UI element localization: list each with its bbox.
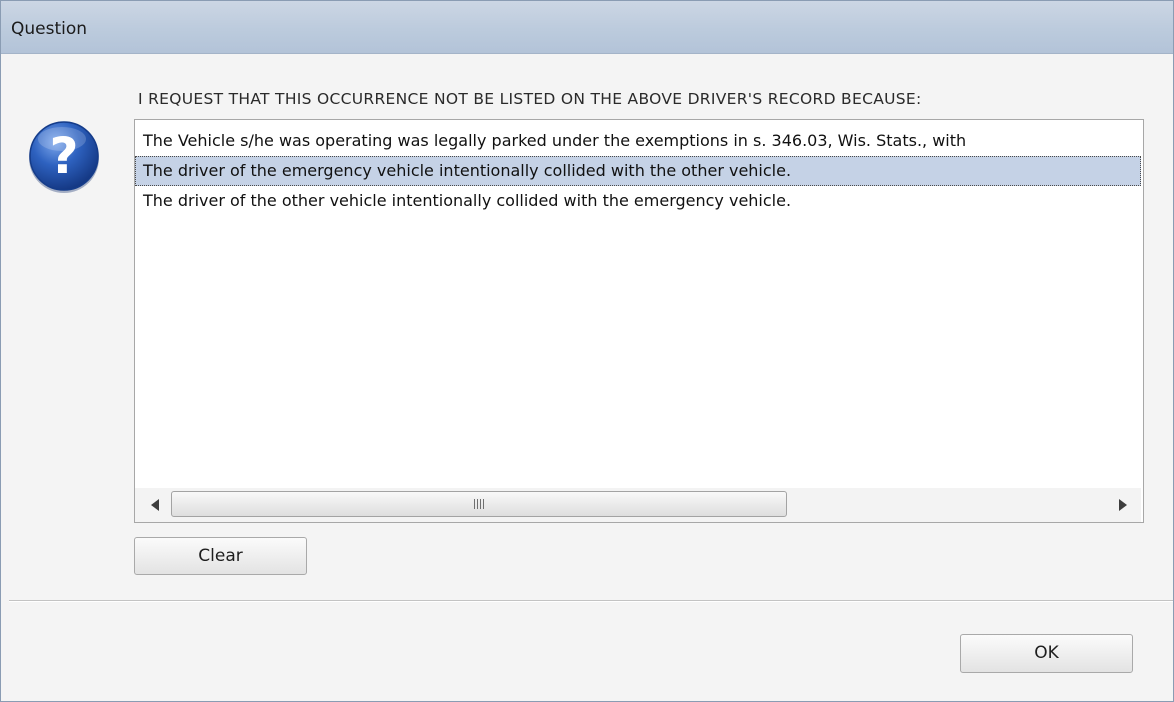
window-title: Question — [11, 19, 88, 39]
svg-text:?: ? — [49, 127, 78, 185]
question-icon: ? — [26, 119, 102, 195]
list-item-selected[interactable]: The driver of the emergency vehicle inte… — [135, 156, 1141, 186]
reason-list: The Vehicle s/he was operating was legal… — [135, 126, 1141, 216]
reason-listbox[interactable]: The Vehicle s/he was operating was legal… — [134, 119, 1144, 523]
divider — [9, 600, 1173, 602]
horizontal-scrollbar[interactable] — [135, 488, 1141, 522]
question-dialog: Question ? I REQUEST THAT THIS OCCURRENC… — [0, 0, 1174, 702]
ok-button[interactable]: OK — [960, 634, 1133, 673]
list-item[interactable]: The driver of the other vehicle intentio… — [135, 186, 1141, 216]
scrollbar-thumb[interactable] — [171, 491, 787, 517]
grip-icon — [474, 499, 484, 509]
scroll-left-arrow-icon[interactable] — [141, 488, 169, 522]
list-item[interactable]: The Vehicle s/he was operating was legal… — [135, 126, 1141, 156]
scroll-right-arrow-icon[interactable] — [1109, 488, 1137, 522]
title-bar[interactable]: Question — [1, 1, 1173, 54]
prompt-text: I REQUEST THAT THIS OCCURRENCE NOT BE LI… — [138, 90, 922, 108]
clear-button[interactable]: Clear — [134, 537, 307, 575]
